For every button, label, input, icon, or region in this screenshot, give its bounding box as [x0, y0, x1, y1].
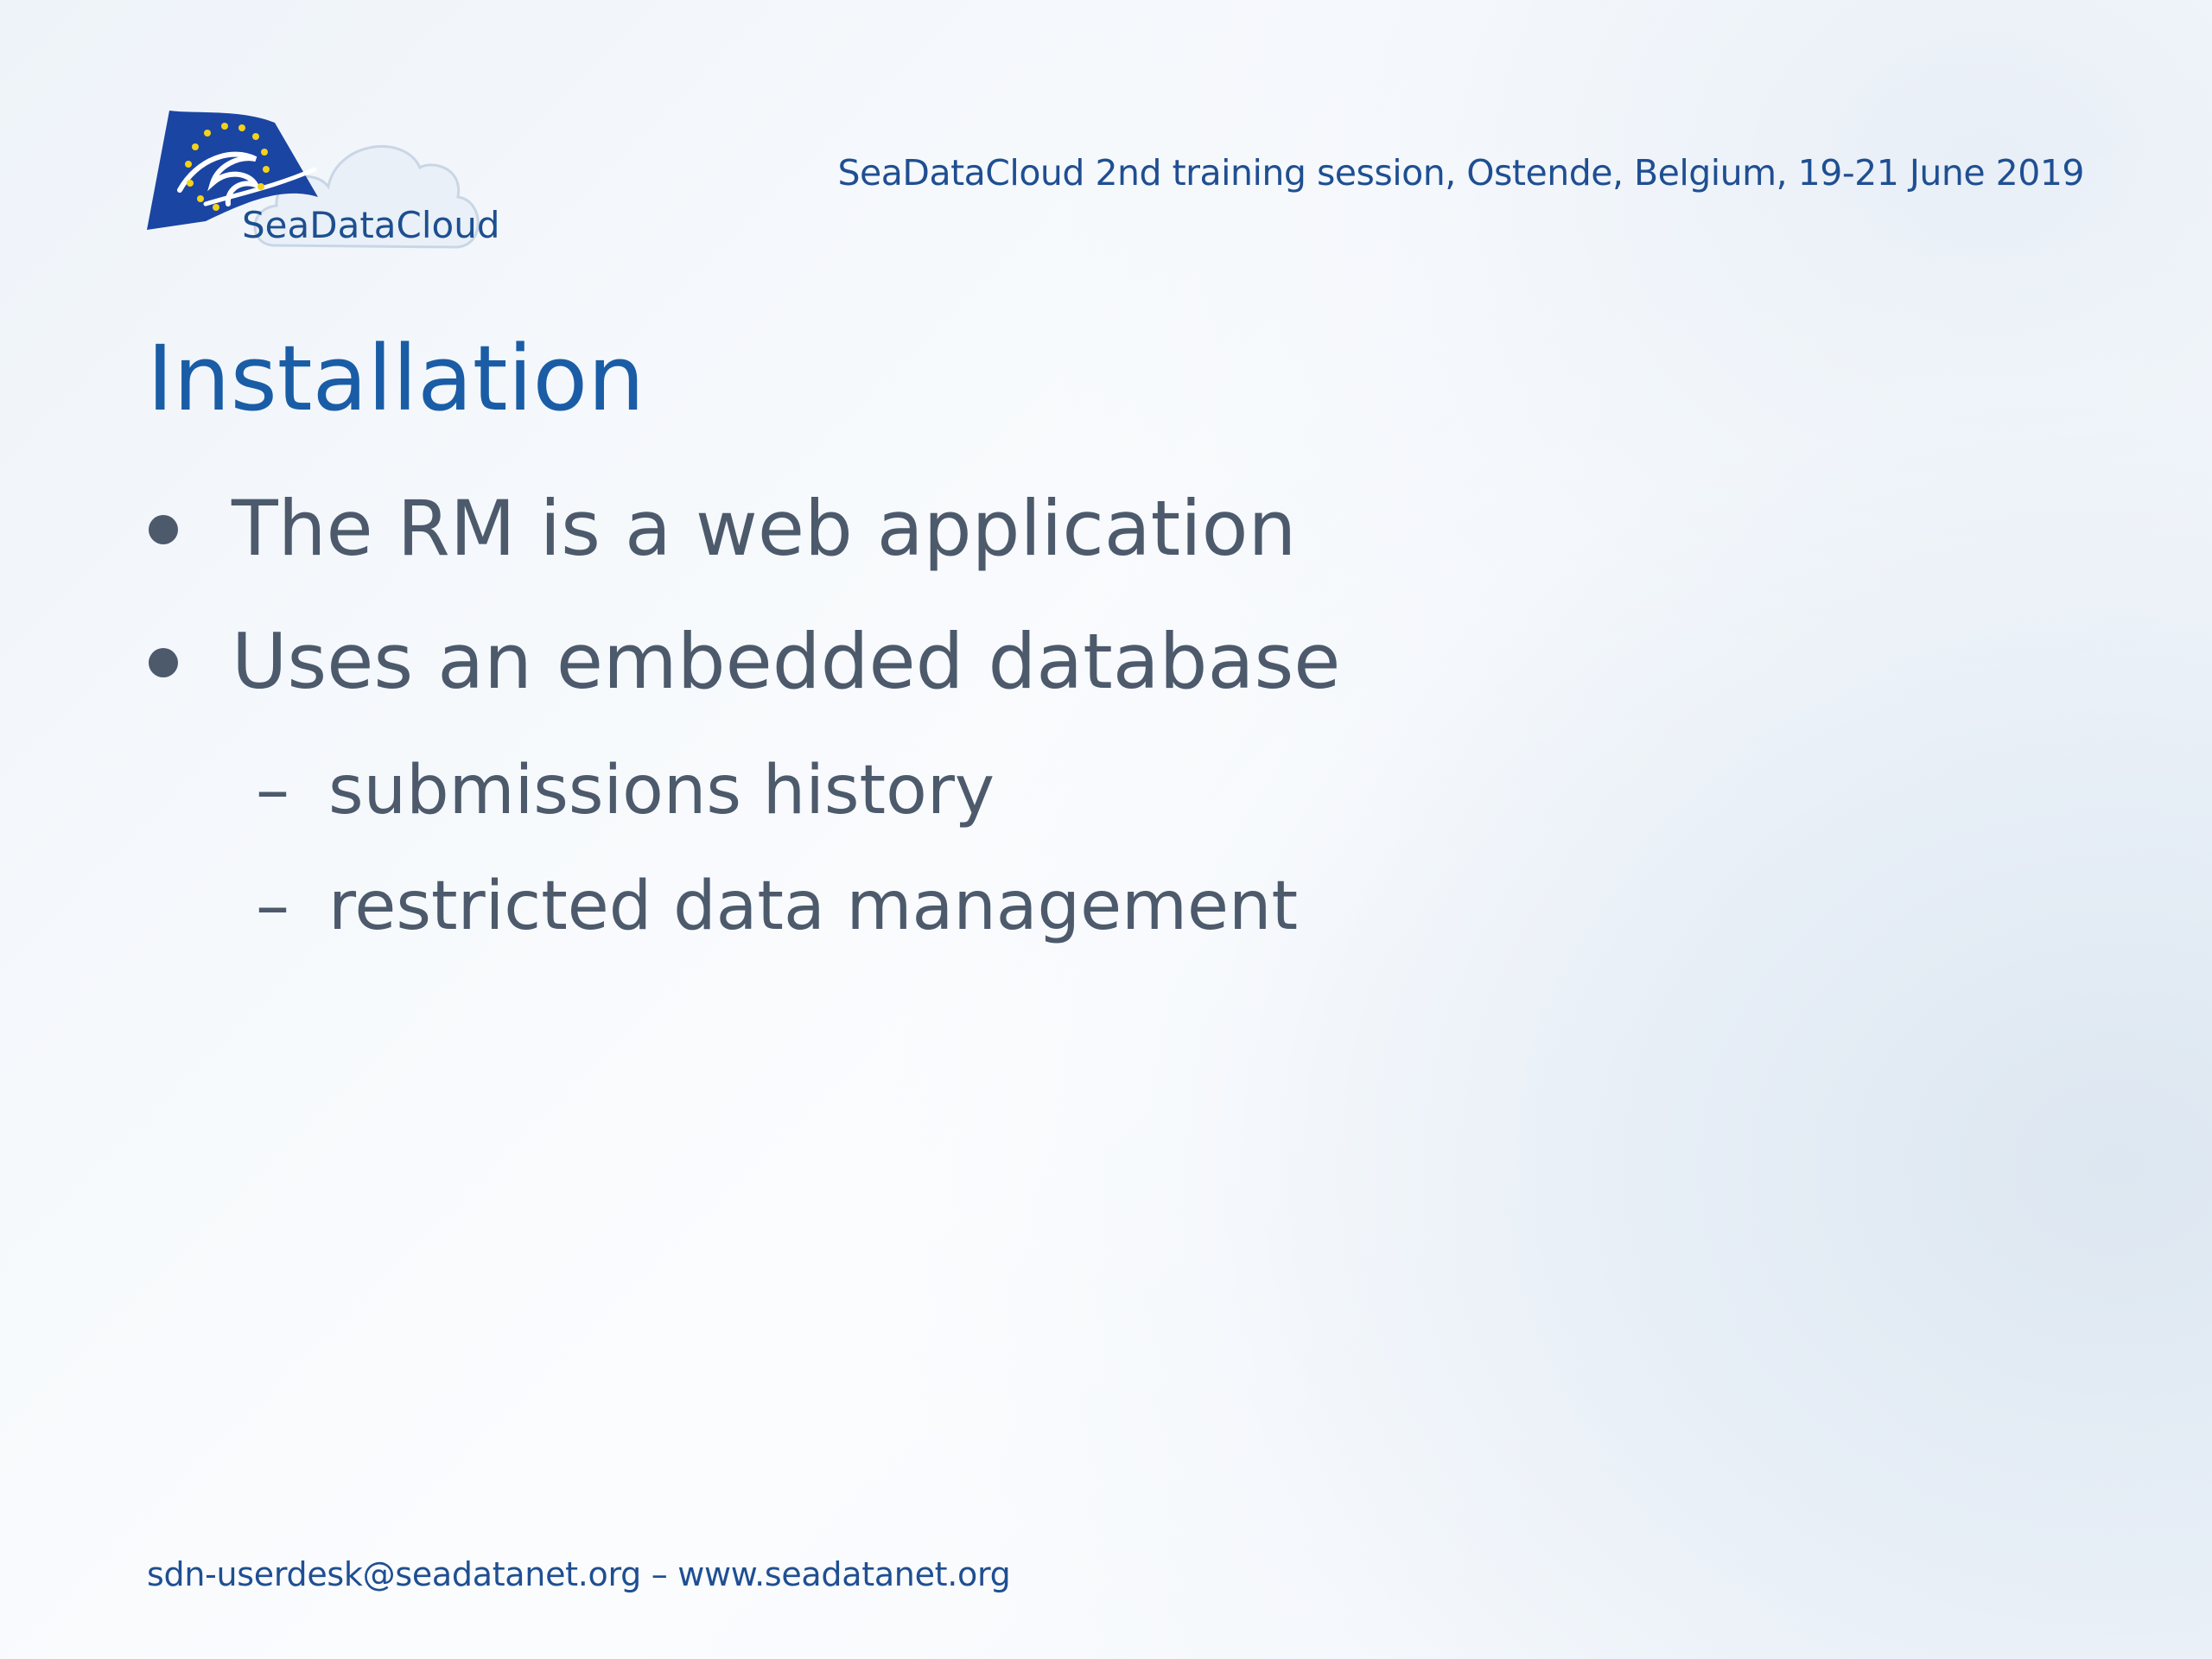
dash-marker: –	[256, 868, 289, 945]
bullet-text: The RM is a web application	[232, 484, 1297, 573]
sub-bullet-text: restricted data management	[328, 868, 1299, 945]
sub-bullet-text: submissions history	[328, 752, 995, 830]
bullet-dot-icon	[149, 648, 178, 677]
slide: SeaDataCloud SeaDataCloud 2nd training s…	[0, 0, 2212, 1659]
slide-title: Installation	[147, 326, 645, 431]
logo-text: SeaDataCloud	[242, 204, 500, 246]
bullet-item: Uses an embedded database	[149, 624, 2050, 757]
bullet-list: The RM is a web application Uses an embe…	[149, 491, 2050, 988]
footer-contact: sdn-userdesk@seadatanet.org – www.seadat…	[147, 1555, 1011, 1593]
bullet-text: Uses an embedded database	[232, 617, 1341, 706]
sub-bullet-item: – restricted data management	[149, 873, 2050, 988]
dash-marker: –	[256, 752, 289, 830]
bullet-item: The RM is a web application	[149, 491, 2050, 624]
header-event-info: SeaDataCloud 2nd training session, Osten…	[837, 152, 2085, 194]
bullet-dot-icon	[149, 515, 178, 544]
seadatacloud-logo: SeaDataCloud	[145, 107, 500, 259]
sub-bullet-item: – submissions history	[149, 757, 2050, 873]
